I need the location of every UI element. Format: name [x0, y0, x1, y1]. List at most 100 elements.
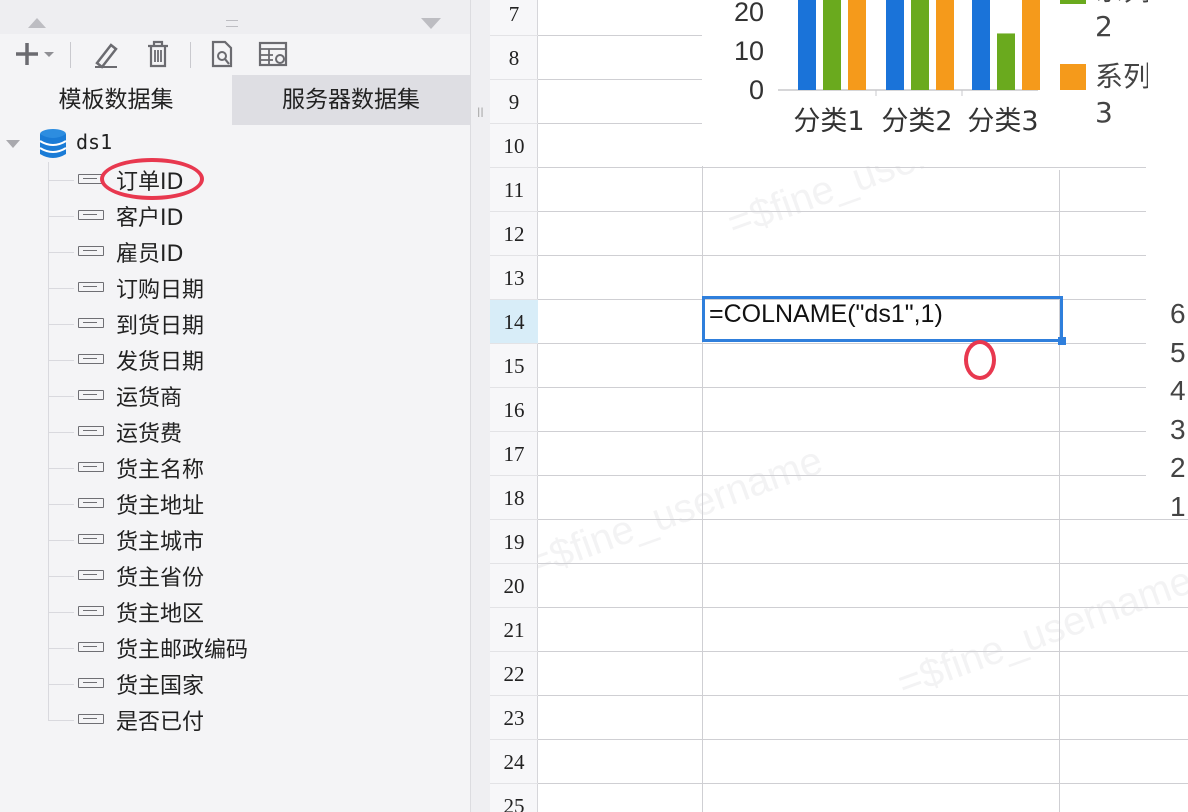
tree-field[interactable]: 货主邮政编码: [0, 630, 340, 666]
tree-branch-line: [48, 360, 74, 361]
grid-row-line: [538, 255, 1146, 256]
database-icon: [39, 129, 67, 158]
bar: [936, 0, 954, 90]
field-icon: [78, 318, 104, 328]
row-header[interactable]: 11: [490, 168, 538, 212]
row-header[interactable]: 8: [490, 36, 538, 80]
highlight-circle: [100, 158, 204, 200]
field-label: 货主省份: [116, 566, 205, 591]
tree-field[interactable]: 到货日期: [0, 306, 340, 342]
bar: [886, 0, 904, 90]
row-header[interactable]: 24: [490, 740, 538, 784]
legend-label: 系列: [1095, 60, 1148, 93]
legend-label: 2: [1095, 10, 1113, 43]
collapse-up-icon[interactable]: [28, 18, 46, 28]
row-header[interactable]: 12: [490, 212, 538, 256]
grid-row-line: [538, 211, 1146, 212]
tree-node-ds1[interactable]: ds1: [0, 126, 300, 162]
field-icon: [78, 570, 104, 580]
trash-icon[interactable]: [140, 38, 176, 70]
splitter-grip-icon[interactable]: ll: [477, 106, 484, 120]
tree-branch-line: [48, 216, 74, 217]
tree-field[interactable]: 货主名称: [0, 450, 340, 486]
tree-field[interactable]: 发货日期: [0, 342, 340, 378]
row-header-column: 7 8 9 10 11 12 13 14 15 16 17 18 19 20 21 22 23 24 25: [490, 0, 538, 812]
field-label: 货主名称: [116, 458, 205, 483]
row-header[interactable]: 10: [490, 124, 538, 168]
pencil-icon[interactable]: [88, 38, 124, 70]
expand-caret-icon[interactable]: [6, 140, 20, 148]
row-header[interactable]: 20: [490, 564, 538, 608]
tree-field[interactable]: 客户ID: [0, 198, 340, 234]
document-search-icon[interactable]: [204, 38, 240, 70]
legend-swatch: [1060, 64, 1086, 90]
tree-branch-line: [48, 288, 74, 289]
grid-row-line: [538, 431, 1146, 432]
tree-field[interactable]: 雇员ID: [0, 234, 340, 270]
tree-branch-line: [48, 324, 74, 325]
resize-grip-icon[interactable]: [226, 20, 238, 27]
highlight-circle: [964, 340, 996, 380]
grid-row-line: [538, 563, 1188, 564]
dataset-gear-icon[interactable]: [254, 38, 294, 70]
cell-formula: =COLNAME("ds1",1): [709, 300, 943, 328]
row-header[interactable]: 7: [490, 0, 538, 36]
tree-branch-line: [48, 612, 74, 613]
tree-field[interactable]: 货主地区: [0, 594, 340, 630]
tree-branch-line: [48, 576, 74, 577]
panel-top-bar: [0, 0, 470, 35]
axis-number: 4: [1170, 375, 1186, 406]
row-header[interactable]: 14: [490, 300, 538, 344]
legend-label: 系列: [1095, 0, 1148, 7]
tree-branch-line: [48, 540, 74, 541]
row-header[interactable]: 13: [490, 256, 538, 300]
axis-number: 6: [1170, 298, 1186, 329]
field-icon: [78, 246, 104, 256]
row-header[interactable]: 23: [490, 696, 538, 740]
grid-row-line: [538, 607, 1188, 608]
toolbar-separator: [190, 42, 191, 68]
plus-dropdown-icon[interactable]: [8, 38, 58, 70]
tab-template-dataset[interactable]: 模板数据集: [0, 75, 232, 125]
row-header[interactable]: 16: [490, 388, 538, 432]
dataset-tabs: 模板数据集 服务器数据集: [0, 75, 470, 125]
bar: [823, 0, 841, 90]
axis-number: 1: [1170, 490, 1186, 522]
field-label: 运货费: [116, 422, 183, 447]
row-header[interactable]: 15: [490, 344, 538, 388]
tab-server-dataset[interactable]: 服务器数据集: [232, 75, 470, 125]
tree-branch-line: [48, 684, 74, 685]
row-header[interactable]: 17: [490, 432, 538, 476]
legend-label: 3: [1095, 96, 1113, 129]
tree-field[interactable]: 运货费: [0, 414, 340, 450]
field-label: 货主邮政编码: [116, 638, 249, 663]
tree-field[interactable]: 是否已付: [0, 702, 340, 738]
row-header[interactable]: 21: [490, 608, 538, 652]
tree-branch-line: [48, 720, 74, 721]
row-header[interactable]: 25: [490, 784, 538, 812]
row-header[interactable]: 18: [490, 476, 538, 520]
bar-chart[interactable]: 01020分类1分类2分类3系列2系列3: [702, 0, 1151, 166]
legend-swatch: [1060, 0, 1086, 4]
tree-field[interactable]: 订购日期: [0, 270, 340, 306]
panel-splitter[interactable]: ll: [470, 0, 490, 812]
tree-field[interactable]: 运货商: [0, 378, 340, 414]
bar: [798, 0, 816, 90]
axis-number: 3: [1170, 413, 1186, 445]
fill-handle[interactable]: [1058, 337, 1066, 345]
tree-field[interactable]: 货主城市: [0, 522, 340, 558]
field-label: 客户ID: [116, 206, 184, 231]
field-label: 货主地区: [116, 602, 205, 627]
row-header[interactable]: 22: [490, 652, 538, 696]
row-header[interactable]: 19: [490, 520, 538, 564]
collapse-down-icon[interactable]: [421, 18, 441, 29]
category-label: 分类2: [881, 106, 952, 137]
grid-row-line: [538, 519, 1188, 520]
tree-field[interactable]: 货主国家: [0, 666, 340, 702]
tree-field[interactable]: 货主地址: [0, 486, 340, 522]
field-icon: [78, 390, 104, 400]
tree-field[interactable]: 货主省份: [0, 558, 340, 594]
row-header[interactable]: 9: [490, 80, 538, 124]
bar: [972, 0, 990, 90]
field-label: 货主城市: [116, 530, 205, 555]
